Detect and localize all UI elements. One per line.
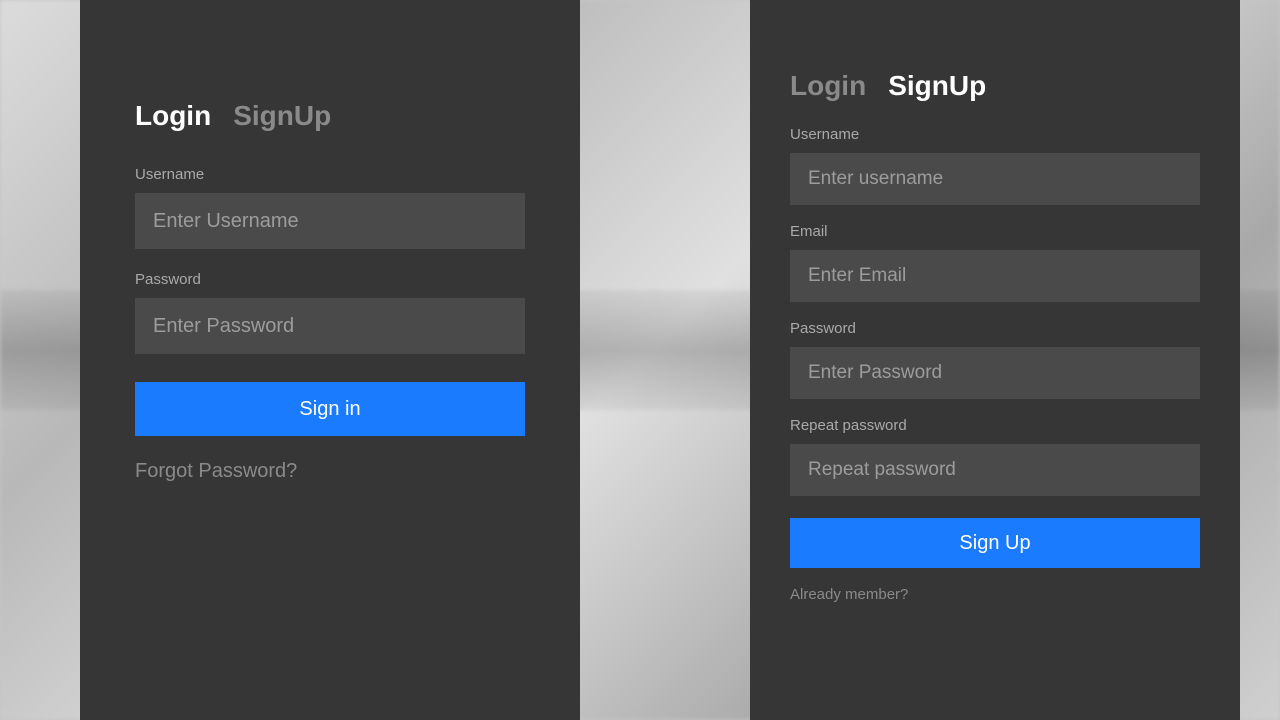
sign-in-button[interactable]: Sign in [135, 382, 525, 436]
login-password-input[interactable] [135, 298, 525, 354]
signup-username-label: Username [790, 126, 1200, 143]
signup-password-input[interactable] [790, 347, 1200, 399]
signup-username-group: Username [790, 126, 1200, 205]
tab-signup[interactable]: SignUp [888, 70, 986, 102]
login-password-label: Password [135, 271, 525, 288]
signup-repeat-password-input[interactable] [790, 444, 1200, 496]
login-password-group: Password [135, 271, 525, 354]
tab-signup[interactable]: SignUp [233, 100, 331, 132]
signup-username-input[interactable] [790, 153, 1200, 205]
signup-tabs: Login SignUp [790, 70, 1200, 102]
login-username-label: Username [135, 166, 525, 183]
signup-repeat-password-group: Repeat password [790, 417, 1200, 496]
already-member-link[interactable]: Already member? [790, 586, 1200, 603]
signup-password-label: Password [790, 320, 1200, 337]
tab-login[interactable]: Login [135, 100, 211, 132]
login-panel: Login SignUp Username Password Sign in F… [80, 0, 580, 720]
stage: Login SignUp Username Password Sign in F… [0, 0, 1280, 720]
signup-email-group: Email [790, 223, 1200, 302]
signup-repeat-password-label: Repeat password [790, 417, 1200, 434]
tab-login[interactable]: Login [790, 70, 866, 102]
login-username-group: Username [135, 166, 525, 249]
signup-panel: Login SignUp Username Email Password Rep… [750, 0, 1240, 720]
signup-password-group: Password [790, 320, 1200, 399]
login-username-input[interactable] [135, 193, 525, 249]
signup-email-input[interactable] [790, 250, 1200, 302]
forgot-password-link[interactable]: Forgot Password? [135, 460, 525, 483]
sign-up-button[interactable]: Sign Up [790, 518, 1200, 568]
signup-email-label: Email [790, 223, 1200, 240]
login-tabs: Login SignUp [135, 100, 525, 132]
